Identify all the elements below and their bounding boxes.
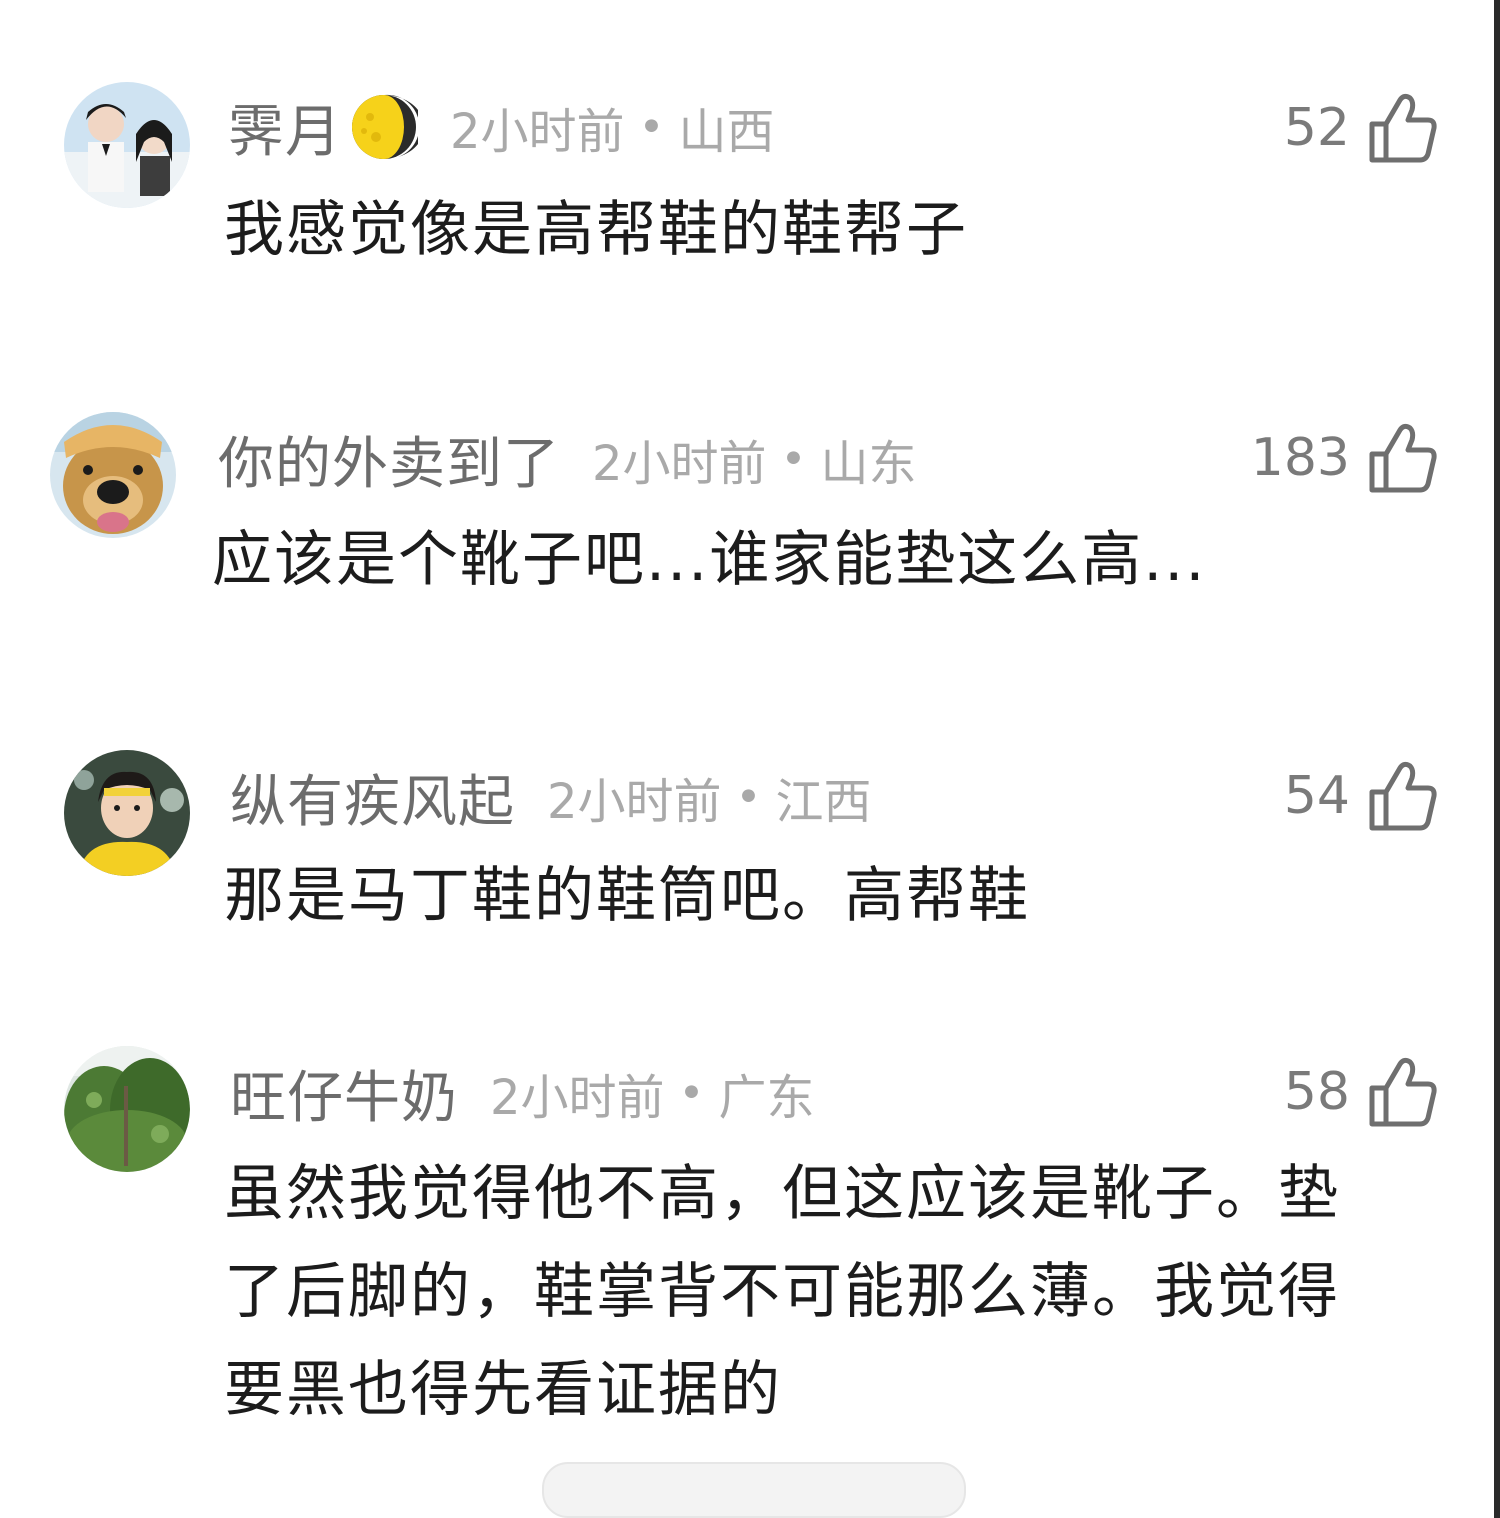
- collapsed-input-bar[interactable]: [542, 1462, 966, 1518]
- username[interactable]: 纵有疾风起: [230, 757, 515, 838]
- comment-text: 应该是个靴子吧...谁家能垫这么高...: [212, 525, 1207, 595]
- thumbs-up-icon: [1369, 423, 1437, 493]
- comment-meta: 纵有疾风起 2小时前 • 江西: [230, 762, 872, 835]
- username[interactable]: 霁月: [228, 87, 342, 168]
- avatar[interactable]: [64, 750, 190, 876]
- like-count: 52: [1283, 98, 1350, 158]
- username[interactable]: 你的外卖到了: [218, 419, 560, 500]
- like-button[interactable]: 54: [1284, 756, 1438, 836]
- thumbs-up-icon: [1369, 1057, 1437, 1127]
- moon-emoji-icon: [350, 93, 425, 161]
- comment-text: 我感觉像是高帮鞋的鞋帮子: [224, 195, 968, 265]
- comment-region: 山东: [820, 436, 917, 492]
- comment-text: 那是马丁鞋的鞋筒吧。高帮鞋: [224, 861, 1030, 931]
- comment-region: 山西: [678, 104, 775, 160]
- like-button[interactable]: 58: [1284, 1052, 1438, 1132]
- meta-separator: •: [678, 1067, 705, 1119]
- comment-text-line: 要黑也得先看证据的: [224, 1355, 782, 1425]
- comment-meta: 你的外卖到了 2小时前 • 山东: [218, 424, 917, 497]
- comment-text-line: 虽然我觉得他不高，但这应该是靴子。垫: [224, 1159, 1340, 1229]
- screen-edge: [1494, 0, 1500, 1518]
- meta-separator: •: [735, 771, 762, 823]
- like-button[interactable]: 52: [1284, 88, 1438, 168]
- comment-time: 2小时前: [450, 104, 625, 160]
- like-count: 54: [1283, 766, 1350, 826]
- comment-region: 江西: [775, 774, 872, 830]
- comment-meta: 霁月 2小时前 • 山西: [228, 92, 775, 165]
- avatar[interactable]: [64, 1046, 190, 1172]
- comment-region: 广东: [718, 1070, 815, 1126]
- like-button[interactable]: 183: [1251, 418, 1438, 498]
- meta-separator: •: [780, 433, 807, 485]
- comment-time: 2小时前: [592, 436, 767, 492]
- thumbs-up-icon: [1369, 93, 1437, 163]
- like-count: 183: [1250, 428, 1350, 488]
- comment-text-line: 了后脚的，鞋掌背不可能那么薄。我觉得: [224, 1257, 1340, 1327]
- like-count: 58: [1283, 1062, 1350, 1122]
- meta-separator: •: [638, 101, 665, 153]
- avatar[interactable]: [64, 82, 190, 208]
- username[interactable]: 旺仔牛奶: [230, 1053, 458, 1134]
- comment-time: 2小时前: [490, 1070, 665, 1126]
- thumbs-up-icon: [1369, 761, 1437, 831]
- avatar[interactable]: [50, 412, 176, 538]
- comment-meta: 旺仔牛奶 2小时前 • 广东: [230, 1058, 815, 1131]
- comment-time: 2小时前: [547, 774, 722, 830]
